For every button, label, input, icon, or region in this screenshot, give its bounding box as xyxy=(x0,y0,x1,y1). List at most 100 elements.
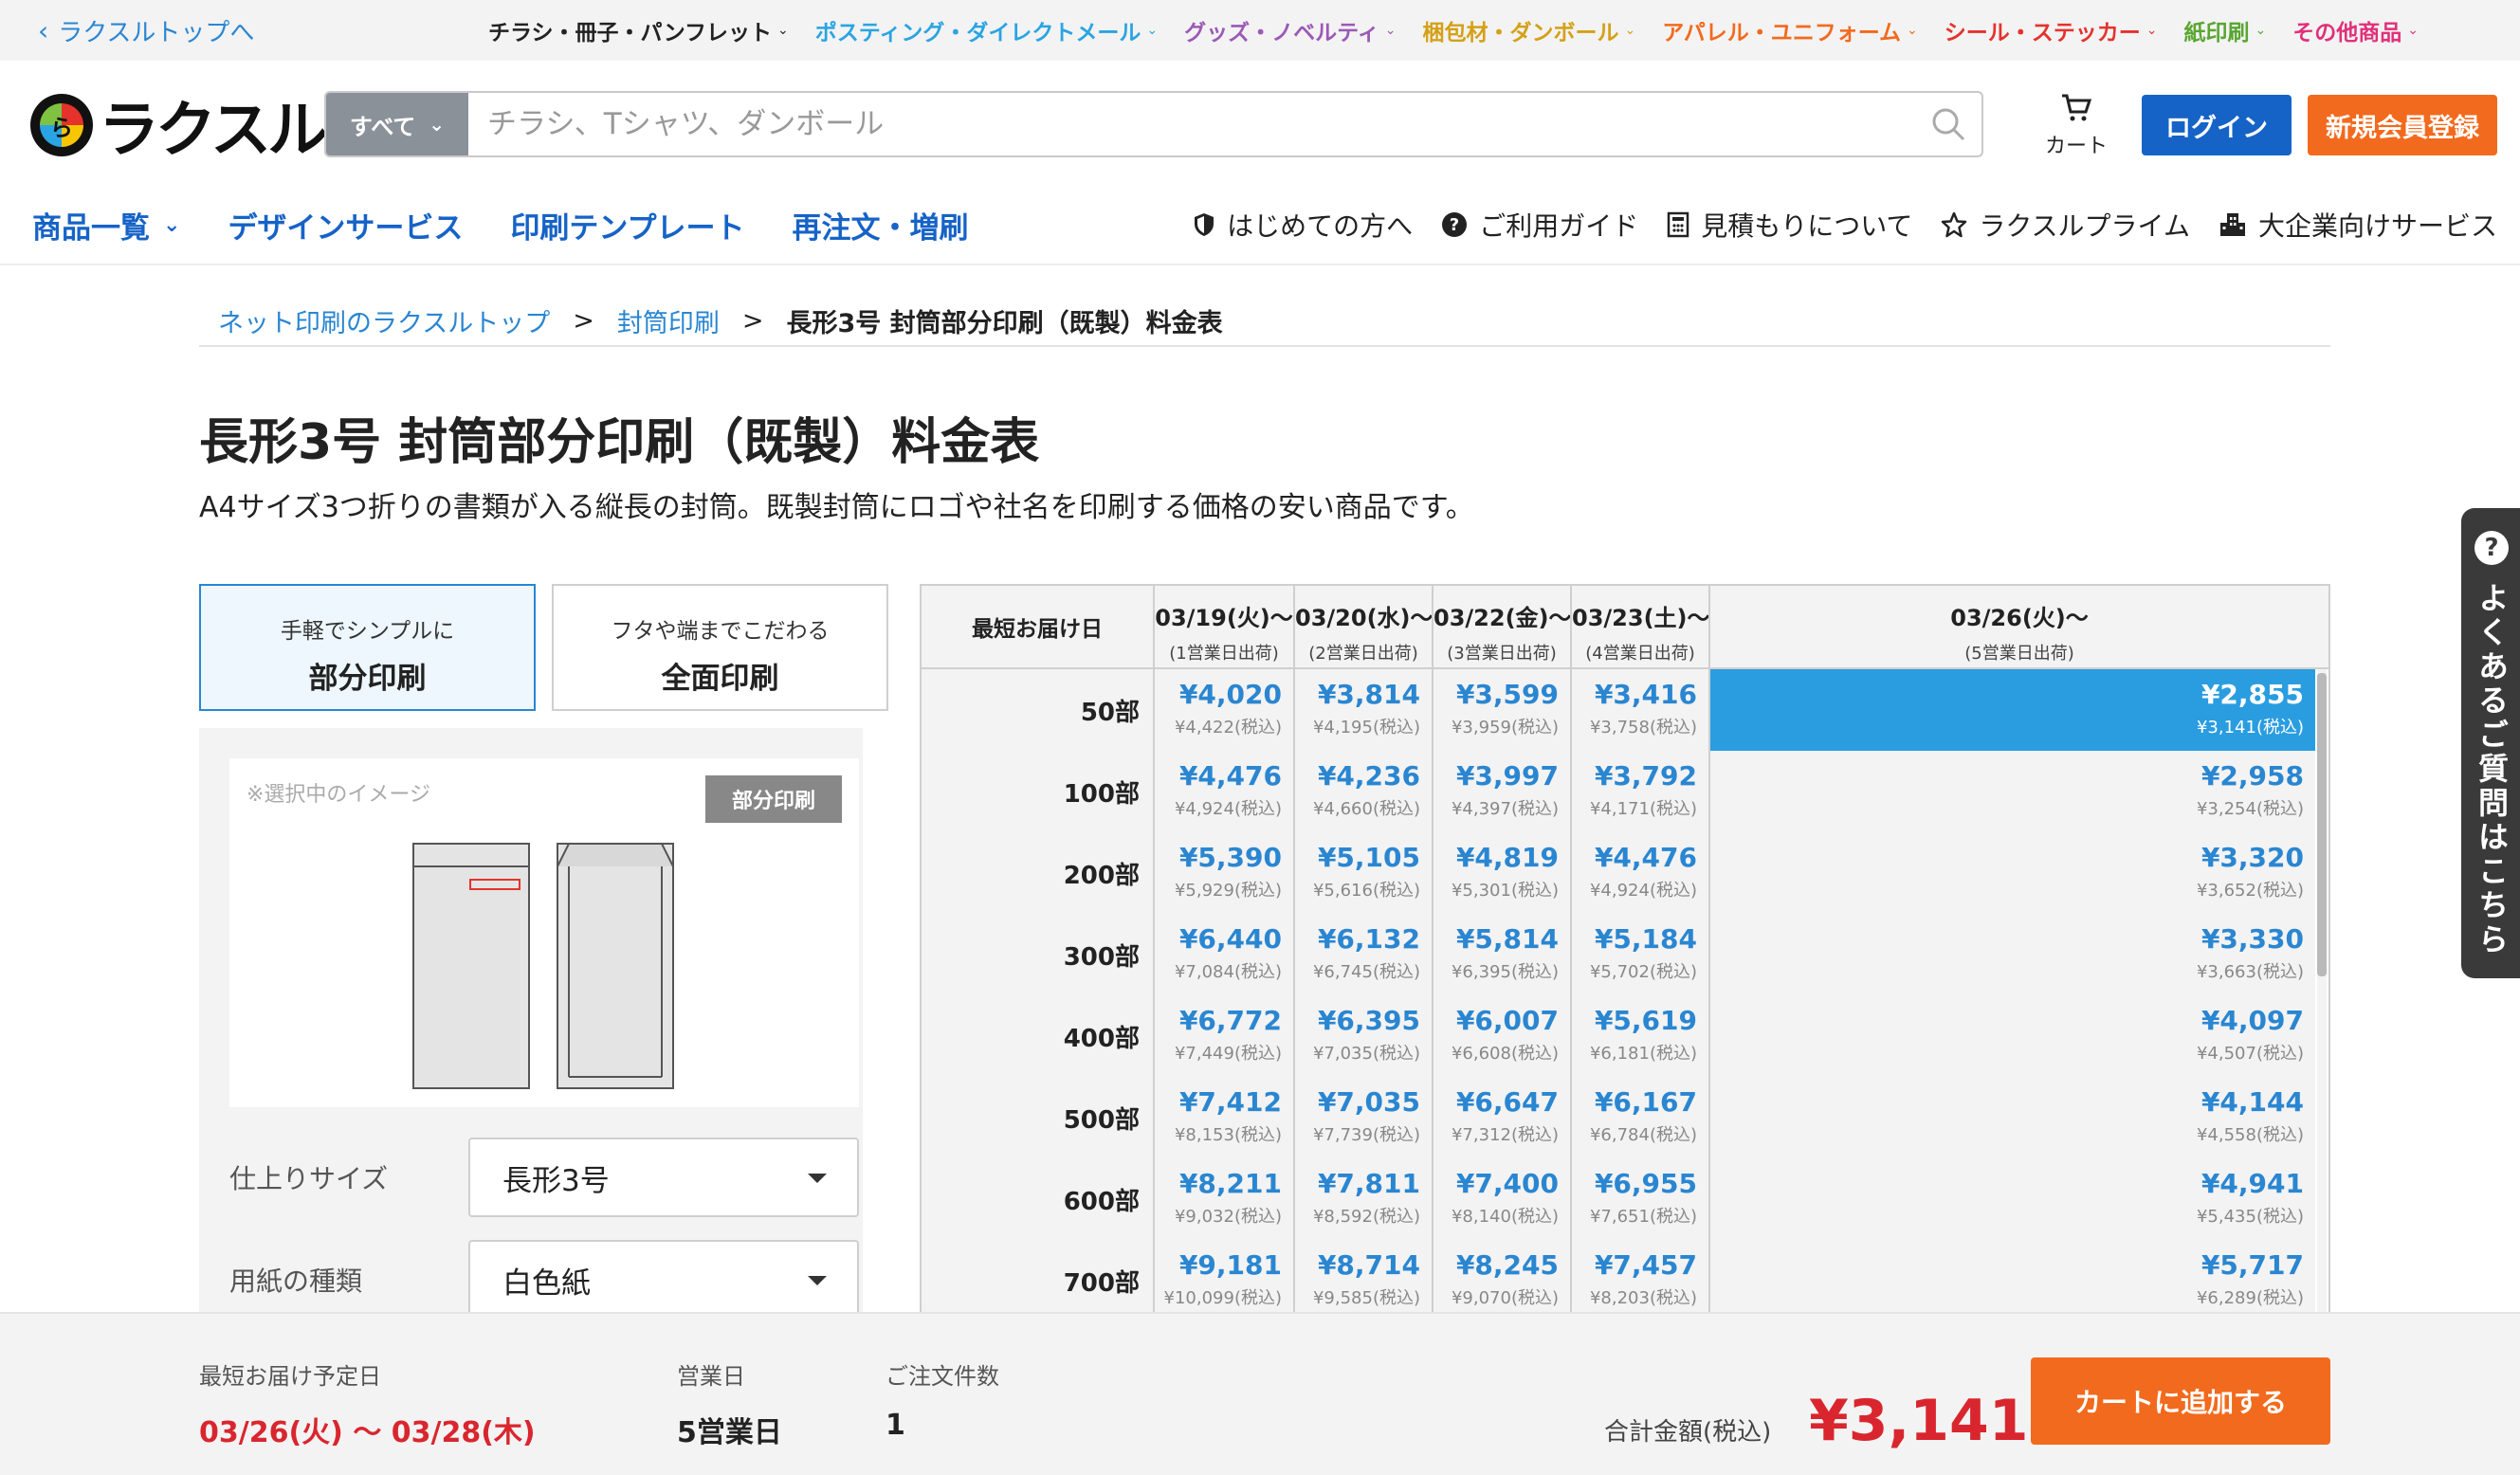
back-to-top-link[interactable]: ‹ ラクスルトップへ xyxy=(38,0,254,61)
size-select-value: 長形3号 xyxy=(502,1163,610,1198)
nav-item[interactable]: 印刷テンプレート xyxy=(510,204,744,246)
faq-label: よくあるご質問はこちら xyxy=(2474,582,2510,957)
price-cell[interactable]: ¥5,619 ¥6,181(税込) xyxy=(1570,995,1708,1077)
category-label: グッズ・ノベルティ xyxy=(1184,21,1379,46)
breadcrumb-link-top[interactable]: ネット印刷のラクスルトップ xyxy=(218,302,550,339)
price-cell[interactable]: ¥5,105 ¥5,616(税込) xyxy=(1293,832,1432,914)
back-to-top-label: ラクスルトップへ xyxy=(58,18,255,47)
price-cell[interactable]: ¥4,236 ¥4,660(税込) xyxy=(1293,751,1432,832)
total-price: ¥3,141 xyxy=(1809,1388,2029,1454)
price-cell[interactable]: ¥5,717 ¥6,289(税込) xyxy=(1708,1240,2315,1314)
price-cell[interactable]: ¥3,997 ¥4,397(税込) xyxy=(1432,751,1570,832)
search-icon[interactable] xyxy=(1915,93,1981,155)
category-link[interactable]: アパレル・ユニフォーム ⌄ xyxy=(1662,14,1918,46)
search-input[interactable] xyxy=(468,93,1915,155)
price-incl-tax: ¥4,397(税込) xyxy=(1451,799,1559,819)
price-cell[interactable]: ¥9,181 ¥10,099(税込) xyxy=(1153,1240,1293,1314)
price-cell[interactable]: ¥7,811 ¥8,592(税込) xyxy=(1293,1158,1432,1240)
price-cell[interactable]: ¥3,330 ¥3,663(税込) xyxy=(1708,914,2315,995)
price-cell[interactable]: ¥7,035 ¥7,739(税込) xyxy=(1293,1077,1432,1158)
shipping-note: (1営業日出荷) xyxy=(1169,644,1279,664)
category-link[interactable]: チラシ・冊子・パンフレット ⌄ xyxy=(488,14,789,46)
price-cell[interactable]: ¥3,814 ¥4,195(税込) xyxy=(1293,669,1432,751)
table-scrollbar[interactable] xyxy=(2317,669,2327,1314)
price-incl-tax: ¥6,289(税込) xyxy=(2196,1288,2304,1308)
svg-text:?: ? xyxy=(1450,215,1459,235)
price-cell[interactable]: ¥4,476 ¥4,924(税込) xyxy=(1153,751,1293,832)
price-cell[interactable]: ¥7,400 ¥8,140(税込) xyxy=(1432,1158,1570,1240)
tab-full-print[interactable]: フタや端までこだわる 全面印刷 xyxy=(552,584,888,711)
tab-partial-print[interactable]: 手軽でシンプルに 部分印刷 xyxy=(199,584,536,711)
login-button[interactable]: ログイン xyxy=(2142,95,2292,155)
sub-nav-item[interactable]: 大企業向けサービス xyxy=(2219,206,2497,244)
price-cell[interactable]: ¥3,599 ¥3,959(税込) xyxy=(1432,669,1570,751)
nav-item[interactable]: 商品一覧 ⌄ xyxy=(32,204,180,246)
price-cell[interactable]: ¥4,476 ¥4,924(税込) xyxy=(1570,832,1708,914)
shipping-note: (3営業日出荷) xyxy=(1447,644,1557,664)
chevron-down-icon: ⌄ xyxy=(1624,23,1636,38)
sub-nav-item[interactable]: 見積もりについて xyxy=(1667,206,1912,244)
preview-caption: ※選択中のイメージ xyxy=(247,783,430,807)
price-cell[interactable]: ¥6,395 ¥7,035(税込) xyxy=(1293,995,1432,1077)
breadcrumb-separator: > xyxy=(741,305,764,336)
cart-button[interactable]: カート xyxy=(2029,87,2124,163)
add-to-cart-button[interactable]: カートに追加する xyxy=(2031,1357,2330,1445)
nav-item[interactable]: 再注文・増刷 xyxy=(793,204,969,246)
sub-nav-item[interactable]: ? ご利用ガイド xyxy=(1441,206,1638,244)
sub-nav: はじめての方へ ? ご利用ガイド 見積もりについて ラクスルプライム 大企業向けサービス xyxy=(1193,201,2497,248)
price-cell[interactable]: ¥6,772 ¥7,449(税込) xyxy=(1153,995,1293,1077)
shipping-note: (4営業日出荷) xyxy=(1585,644,1695,664)
faq-side-tab[interactable]: ? よくあるご質問はこちら xyxy=(2461,508,2520,978)
raksul-logo[interactable]: ら ラクスル xyxy=(30,91,328,166)
price-cell[interactable]: ¥6,647 ¥7,312(税込) xyxy=(1432,1077,1570,1158)
price-cell[interactable]: ¥2,855 ¥3,141(税込) xyxy=(1708,669,2315,751)
price-cell[interactable]: ¥3,792 ¥4,171(税込) xyxy=(1570,751,1708,832)
price-cell[interactable]: ¥5,184 ¥5,702(税込) xyxy=(1570,914,1708,995)
price-cell[interactable]: ¥3,416 ¥3,758(税込) xyxy=(1570,669,1708,751)
price-cell[interactable]: ¥8,714 ¥9,585(税込) xyxy=(1293,1240,1432,1314)
category-link[interactable]: その他商品 ⌄ xyxy=(2292,14,2419,46)
price-cell[interactable]: ¥3,320 ¥3,652(税込) xyxy=(1708,832,2315,914)
price-cell[interactable]: ¥6,440 ¥7,084(税込) xyxy=(1153,914,1293,995)
category-link[interactable]: ポスティング・ダイレクトメール ⌄ xyxy=(815,14,1158,46)
price-cell[interactable]: ¥8,245 ¥9,070(税込) xyxy=(1432,1240,1570,1314)
price-excl-tax: ¥9,181 xyxy=(1178,1249,1282,1281)
category-link[interactable]: シール・ステッカー ⌄ xyxy=(1945,14,2158,46)
price-cell[interactable]: ¥6,132 ¥6,745(税込) xyxy=(1293,914,1432,995)
price-cell[interactable]: ¥6,167 ¥6,784(税込) xyxy=(1570,1077,1708,1158)
price-cell[interactable]: ¥4,020 ¥4,422(税込) xyxy=(1153,669,1293,751)
price-cell[interactable]: ¥6,955 ¥7,651(税込) xyxy=(1570,1158,1708,1240)
price-cell[interactable]: ¥7,457 ¥8,203(税込) xyxy=(1570,1240,1708,1314)
category-link[interactable]: 紙印刷 ⌄ xyxy=(2184,14,2267,46)
chevron-down-icon: ⌄ xyxy=(429,113,446,136)
scrollbar-thumb[interactable] xyxy=(2317,673,2327,976)
price-cell[interactable]: ¥4,097 ¥4,507(税込) xyxy=(1708,995,2315,1077)
category-link[interactable]: グッズ・ノベルティ ⌄ xyxy=(1184,14,1396,46)
price-cell[interactable]: ¥5,814 ¥6,395(税込) xyxy=(1432,914,1570,995)
delivery-date: 03/23(土)〜 xyxy=(1572,605,1710,631)
quantity-cell: 50部 xyxy=(922,669,1153,751)
chevron-down-icon: ⌄ xyxy=(2407,23,2419,38)
register-button[interactable]: 新規会員登録 xyxy=(2308,95,2497,155)
delivery-date-header: 03/26(火)〜 (5営業日出荷) xyxy=(1708,586,2328,667)
category-link[interactable]: 梱包材・ダンボール ⌄ xyxy=(1422,14,1635,46)
price-cell[interactable]: ¥4,819 ¥5,301(税込) xyxy=(1432,832,1570,914)
price-cell[interactable]: ¥2,958 ¥3,254(税込) xyxy=(1708,751,2315,832)
price-cell[interactable]: ¥4,941 ¥5,435(税込) xyxy=(1708,1158,2315,1240)
header-corner-cell: 最短お届け日 xyxy=(922,586,1153,667)
price-incl-tax: ¥4,171(税込) xyxy=(1589,799,1697,819)
breadcrumb-link-envelope[interactable]: 封筒印刷 xyxy=(617,302,720,339)
price-cell[interactable]: ¥6,007 ¥6,608(税込) xyxy=(1432,995,1570,1077)
size-select[interactable]: 長形3号 xyxy=(468,1138,859,1217)
price-cell[interactable]: ¥8,211 ¥9,032(税込) xyxy=(1153,1158,1293,1240)
nav-item[interactable]: デザインサービス xyxy=(228,204,463,246)
sub-nav-item[interactable]: ラクスルプライム xyxy=(1941,206,2190,244)
price-cell[interactable]: ¥7,412 ¥8,153(税込) xyxy=(1153,1077,1293,1158)
delivery-date-header: 03/23(土)〜 (4営業日出荷) xyxy=(1570,586,1710,667)
sub-nav-item[interactable]: はじめての方へ xyxy=(1193,206,1413,244)
price-cell[interactable]: ¥4,144 ¥4,558(税込) xyxy=(1708,1077,2315,1158)
tab-main-label: 全面印刷 xyxy=(661,662,779,696)
paper-select[interactable]: 白色紙 xyxy=(468,1240,859,1320)
price-cell[interactable]: ¥5,390 ¥5,929(税込) xyxy=(1153,832,1293,914)
search-scope-select[interactable]: すべて ⌄ xyxy=(326,93,468,155)
